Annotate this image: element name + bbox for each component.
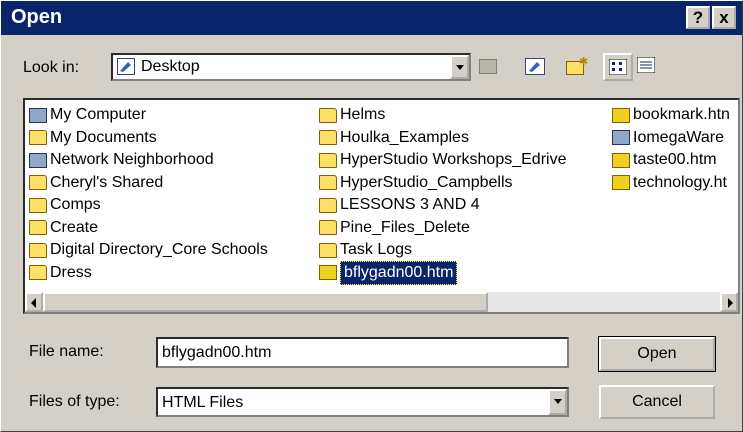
file-name-label: File name: <box>29 343 104 360</box>
html-file-icon <box>612 107 630 123</box>
file-list-item[interactable]: LESSONS 3 AND 4 <box>319 194 566 217</box>
look-in-combo[interactable]: Desktop <box>111 53 471 81</box>
close-button[interactable]: x <box>712 6 736 29</box>
file-list-item[interactable]: Network Neighborhood <box>29 149 268 172</box>
file-list-item-label: My Documents <box>50 128 157 146</box>
file-list-item-label: Digital Directory_Core Schools <box>50 241 268 259</box>
cancel-button[interactable]: Cancel <box>599 385 715 419</box>
file-list-item[interactable]: My Documents <box>29 127 268 150</box>
folder-icon <box>319 197 337 213</box>
file-list-item-label: Helms <box>340 106 386 124</box>
file-name-input[interactable]: bflygadn00.htm <box>156 337 569 368</box>
file-list-item-label: HyperStudio_Campbells <box>340 173 513 191</box>
file-list-item-label: Comps <box>50 196 101 214</box>
chevron-down-icon[interactable] <box>450 55 469 79</box>
file-list-item[interactable]: My Computer <box>29 104 268 127</box>
folder-icon <box>319 130 337 146</box>
folder-icon <box>319 175 337 191</box>
computer-icon <box>29 107 47 123</box>
open-button[interactable]: Open <box>598 336 716 372</box>
shared-folder-icon <box>29 175 47 191</box>
files-of-type-label: Files of type: <box>29 393 120 410</box>
file-list-item[interactable]: Task Logs <box>319 239 566 262</box>
look-in-label: Look in: <box>23 59 80 76</box>
dialog-title: Open <box>11 6 63 28</box>
chevron-down-icon[interactable] <box>548 389 567 415</box>
folder-icon <box>29 130 47 146</box>
folder-icon <box>319 242 337 258</box>
file-list-column-3: bookmark.htn IomegaWare taste00.htm technol… <box>612 104 730 194</box>
folder-icon <box>29 265 47 281</box>
scroll-right-button[interactable] <box>720 292 738 312</box>
network-icon <box>29 152 47 168</box>
program-icon <box>612 130 630 146</box>
file-list-item-label: Task Logs <box>340 241 413 259</box>
scroll-left-button[interactable] <box>25 292 43 312</box>
file-list-item-label: IomegaWare <box>633 128 724 146</box>
new-folder-button[interactable]: ✱ <box>562 53 592 81</box>
file-list-item-label: Create <box>50 218 99 236</box>
files-of-type-select[interactable]: HTML Files <box>156 387 569 417</box>
file-list-column-2: Helms Houlka_Examples HyperStudio Workshop… <box>319 104 566 285</box>
help-button[interactable]: ? <box>686 6 710 29</box>
file-list-item-label: Dress <box>50 263 92 281</box>
up-one-level-button[interactable] <box>473 53 503 81</box>
file-list-item[interactable]: HyperStudio Workshops_Edrive <box>319 149 566 172</box>
folder-icon <box>29 220 47 236</box>
file-list-item-label: Pine_Files_Delete <box>340 218 470 236</box>
folder-icon <box>319 152 337 168</box>
file-list-item[interactable]: Cheryl's Shared <box>29 172 268 195</box>
file-list-item[interactable]: Create <box>29 217 268 240</box>
open-dialog: Open ? x Look in: Desktop ✱ My Computer … <box>0 0 743 432</box>
file-list-item[interactable]: Pine_Files_Delete <box>319 217 566 240</box>
file-list[interactable]: My Computer My Documents Network Neighborh… <box>23 98 740 314</box>
file-list-item-label: Network Neighborhood <box>50 151 214 169</box>
html-file-icon <box>612 175 630 191</box>
file-list-item-label: LESSONS 3 AND 4 <box>340 196 480 214</box>
file-list-item-label: taste00.htm <box>633 151 717 169</box>
folder-icon <box>29 242 47 258</box>
file-list-item-label: technology.ht <box>633 173 727 191</box>
html-file-icon <box>319 265 337 281</box>
file-list-item[interactable]: Houlka_Examples <box>319 127 566 150</box>
file-list-item[interactable]: Digital Directory_Core Schools <box>29 239 268 262</box>
file-list-item-label: Houlka_Examples <box>340 128 469 146</box>
file-list-item[interactable]: HyperStudio_Campbells <box>319 172 566 195</box>
sparkle-icon: ✱ <box>579 56 589 68</box>
html-file-icon <box>612 152 630 168</box>
files-of-type-value: HTML Files <box>162 394 244 411</box>
file-list-item[interactable]: taste00.htm <box>612 149 730 172</box>
file-list-item-label: HyperStudio Workshops_Edrive <box>340 151 567 169</box>
desktop-button[interactable] <box>520 53 550 81</box>
horizontal-scrollbar[interactable] <box>25 292 738 312</box>
details-view-icon <box>637 57 655 73</box>
desktop-icon <box>117 58 135 75</box>
up-folder-icon <box>479 59 497 74</box>
file-list-item-label: bookmark.htn <box>633 106 730 124</box>
file-list-item[interactable]: Helms <box>319 104 566 127</box>
look-in-value: Desktop <box>141 58 200 75</box>
file-list-item-label: My Computer <box>50 106 147 124</box>
title-bar[interactable]: Open ? x <box>1 1 742 35</box>
folder-icon <box>29 197 47 213</box>
folder-icon <box>319 107 337 123</box>
file-list-item[interactable]: bflygadn00.htm <box>319 260 566 285</box>
scroll-thumb[interactable] <box>43 292 488 312</box>
file-list-item-label: bflygadn00.htm <box>340 260 458 285</box>
desktop-tool-icon <box>525 58 545 75</box>
file-list-item-label: Cheryl's Shared <box>50 173 164 191</box>
file-list-item[interactable]: bookmark.htn <box>612 104 730 127</box>
list-view-button[interactable] <box>603 53 633 81</box>
details-view-button[interactable] <box>633 53 663 81</box>
folder-icon <box>319 220 337 236</box>
list-view-icon <box>609 59 627 75</box>
file-list-item[interactable]: technology.ht <box>612 172 730 195</box>
file-list-item[interactable]: IomegaWare <box>612 127 730 150</box>
file-list-item[interactable]: Comps <box>29 194 268 217</box>
file-list-item[interactable]: Dress <box>29 262 268 285</box>
file-list-column-1: My Computer My Documents Network Neighborh… <box>29 104 268 284</box>
